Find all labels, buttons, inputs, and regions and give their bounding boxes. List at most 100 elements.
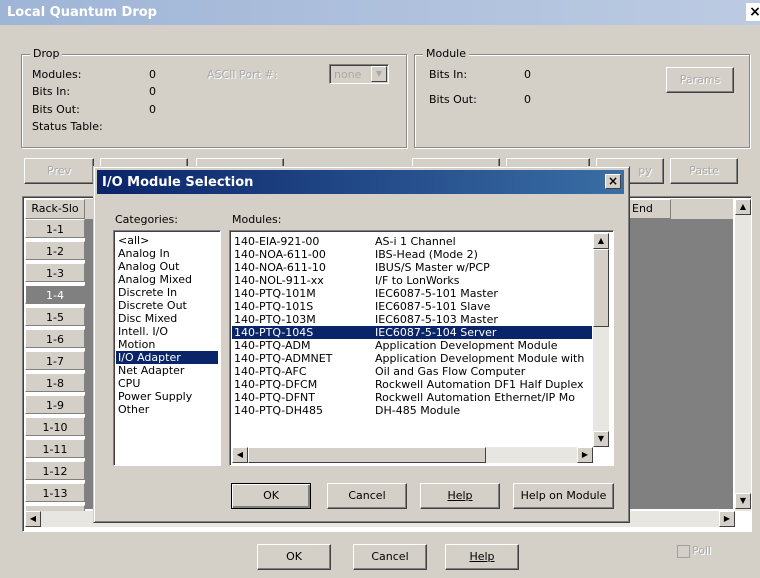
params-label: Params: [679, 73, 721, 86]
grid-row-header[interactable]: 1-11: [25, 439, 85, 458]
dialog-ok-label: OK: [263, 489, 279, 502]
dialog-titlebar: I/O Module Selection ×: [97, 170, 624, 194]
module-description: I/F to LonWorks: [375, 274, 460, 287]
category-item[interactable]: Discrete Out: [116, 299, 218, 312]
categories-label: Categories:: [115, 213, 178, 226]
module-row[interactable]: 140-PTQ-DFNT Rockwell Automation Ethernet…: [232, 391, 592, 404]
grid-row-header[interactable]: 1-12: [25, 461, 85, 480]
grid-row-header[interactable]: 1-8: [25, 373, 85, 392]
modules-list[interactable]: 140-EIA-921-00 AS-i 1 Channel 140-NOA-611-…: [229, 230, 614, 466]
module-description: Rockwell Automation DF1 Half Duplex: [375, 378, 584, 391]
status-table-label: Status Table:: [32, 120, 103, 133]
module-row[interactable]: 140-PTQ-101M IEC6087-5-101 Master: [232, 287, 592, 300]
prev-button[interactable]: Prev: [24, 158, 94, 184]
grid-header-rack[interactable]: Rack-Slo: [25, 199, 85, 219]
modules-vscroll-thumb[interactable]: [593, 249, 609, 327]
category-item[interactable]: Analog In: [116, 247, 218, 260]
footer-cancel-button[interactable]: Cancel: [353, 544, 427, 570]
category-item[interactable]: <all>: [116, 234, 218, 247]
scroll-left-icon[interactable]: ◀: [25, 511, 41, 527]
help-on-module-button[interactable]: Help on Module: [513, 483, 614, 509]
category-item[interactable]: I/O Adapter: [116, 351, 218, 364]
drop-legend: Drop: [30, 47, 63, 60]
dialog-help-button[interactable]: Help: [420, 483, 500, 509]
footer-ok-label: OK: [286, 550, 302, 563]
module-row[interactable]: 140-PTQ-DFCM Rockwell Automation DF1 Half…: [232, 378, 592, 391]
scroll-right-icon[interactable]: ▶: [577, 447, 593, 463]
category-item[interactable]: CPU: [116, 377, 218, 390]
category-item[interactable]: Analog Out: [116, 260, 218, 273]
grid-row-header[interactable]: 1-9: [25, 395, 85, 414]
scroll-up-icon[interactable]: ▲: [593, 233, 609, 249]
dialog-close-button[interactable]: ×: [605, 174, 621, 189]
paste-label: Paste: [689, 164, 719, 177]
module-bits-in-label: Bits In:: [429, 68, 468, 81]
category-item[interactable]: Discrete In: [116, 286, 218, 299]
module-row[interactable]: 140-PTQ-ADMNET Application Development Mo…: [232, 352, 592, 365]
module-code: 140-PTQ-ADMNET: [234, 352, 333, 365]
category-item[interactable]: Other: [116, 403, 218, 416]
module-description: IEC6087-5-104 Server: [375, 326, 497, 339]
category-item[interactable]: Motion: [116, 338, 218, 351]
module-description: Rockwell Automation Ethernet/IP Mo: [375, 391, 575, 404]
module-code: 140-PTQ-AFC: [234, 365, 307, 378]
module-row[interactable]: 140-PTQ-DH485 DH-485 Module: [232, 404, 592, 417]
window-close-button[interactable]: ×: [746, 3, 760, 21]
module-row[interactable]: 140-PTQ-103M IEC6087-5-103 Master: [232, 313, 592, 326]
category-item[interactable]: Net Adapter: [116, 364, 218, 377]
module-row[interactable]: 140-PTQ-101S IEC6087-5-101 Slave: [232, 300, 592, 313]
footer-help-button[interactable]: Help: [445, 544, 519, 570]
scroll-up-icon[interactable]: ▲: [735, 199, 751, 215]
dialog-cancel-button[interactable]: Cancel: [327, 483, 407, 509]
module-row[interactable]: 140-NOA-611-00 IBS-Head (Mode 2): [232, 248, 592, 261]
ascii-port-value: none: [334, 68, 362, 81]
footer-ok-button[interactable]: OK: [257, 544, 331, 570]
grid-row-header[interactable]: 1-4: [25, 285, 85, 304]
grid-row-header[interactable]: 1-2: [25, 241, 85, 260]
scroll-down-icon[interactable]: ▼: [593, 431, 609, 447]
category-item[interactable]: Intell. I/O: [116, 325, 218, 338]
category-item[interactable]: Analog Mixed: [116, 273, 218, 286]
category-item[interactable]: Disc Mixed: [116, 312, 218, 325]
module-description: Application Development Module: [375, 339, 558, 352]
grid-row-header[interactable]: 1-3: [25, 263, 85, 282]
category-item[interactable]: Power Supply: [116, 390, 218, 403]
module-description: IBUS/S Master w/PCP: [375, 261, 490, 274]
modules-hscroll[interactable]: ◀ ▶: [232, 447, 593, 463]
ascii-port-select[interactable]: none ▼: [329, 64, 389, 84]
help-on-module-label: Help on Module: [520, 489, 607, 502]
grid-row-header[interactable]: 1-10: [25, 417, 85, 436]
module-code: 140-NOA-611-10: [234, 261, 326, 274]
grid-row-header[interactable]: 1-7: [25, 351, 85, 370]
modules-items: 140-EIA-921-00 AS-i 1 Channel 140-NOA-611-…: [232, 235, 592, 417]
scroll-right-icon[interactable]: ▶: [719, 511, 735, 527]
grid-row-header[interactable]: 1-1: [25, 219, 85, 238]
dialog-help-label: Help: [447, 489, 473, 502]
poll-checkbox[interactable]: [677, 545, 690, 558]
scroll-left-icon[interactable]: ◀: [232, 447, 248, 463]
module-row[interactable]: 140-NOA-611-10 IBUS/S Master w/PCP: [232, 261, 592, 274]
module-bits-out-label: Bits Out:: [429, 93, 477, 106]
module-row[interactable]: 140-PTQ-ADM Application Development Modul…: [232, 339, 592, 352]
drop-bits-out-label: Bits Out:: [32, 103, 80, 116]
grid-vscroll[interactable]: ▲ ▼: [735, 199, 751, 511]
module-row[interactable]: 140-PTQ-AFC Oil and Gas Flow Computer: [232, 365, 592, 378]
grid-row-header[interactable]: 1-6: [25, 329, 85, 348]
grid-header-end[interactable]: End: [627, 199, 671, 219]
module-description: DH-485 Module: [375, 404, 461, 417]
grid-row-header[interactable]: 1-13: [25, 483, 85, 502]
scroll-down-icon[interactable]: ▼: [735, 493, 751, 509]
chevron-down-icon[interactable]: ▼: [371, 66, 387, 82]
module-row[interactable]: 140-NOL-911-xx I/F to LonWorks: [232, 274, 592, 287]
categories-list[interactable]: <all> Analog In Analog Out Analog Mixed Disc…: [113, 230, 221, 466]
dialog-ok-button[interactable]: OK: [231, 483, 311, 509]
module-row[interactable]: 140-PTQ-104S IEC6087-5-104 Server: [232, 326, 592, 339]
module-description: IBS-Head (Mode 2): [375, 248, 478, 261]
params-button[interactable]: Params: [666, 67, 734, 93]
module-row[interactable]: 140-EIA-921-00 AS-i 1 Channel: [232, 235, 592, 248]
module-description: Application Development Module with: [375, 352, 585, 365]
modules-vscroll[interactable]: ▲ ▼: [593, 233, 609, 447]
modules-hscroll-thumb[interactable]: [248, 447, 486, 463]
paste-button[interactable]: Paste: [670, 158, 738, 184]
grid-row-header[interactable]: 1-5: [25, 307, 85, 326]
